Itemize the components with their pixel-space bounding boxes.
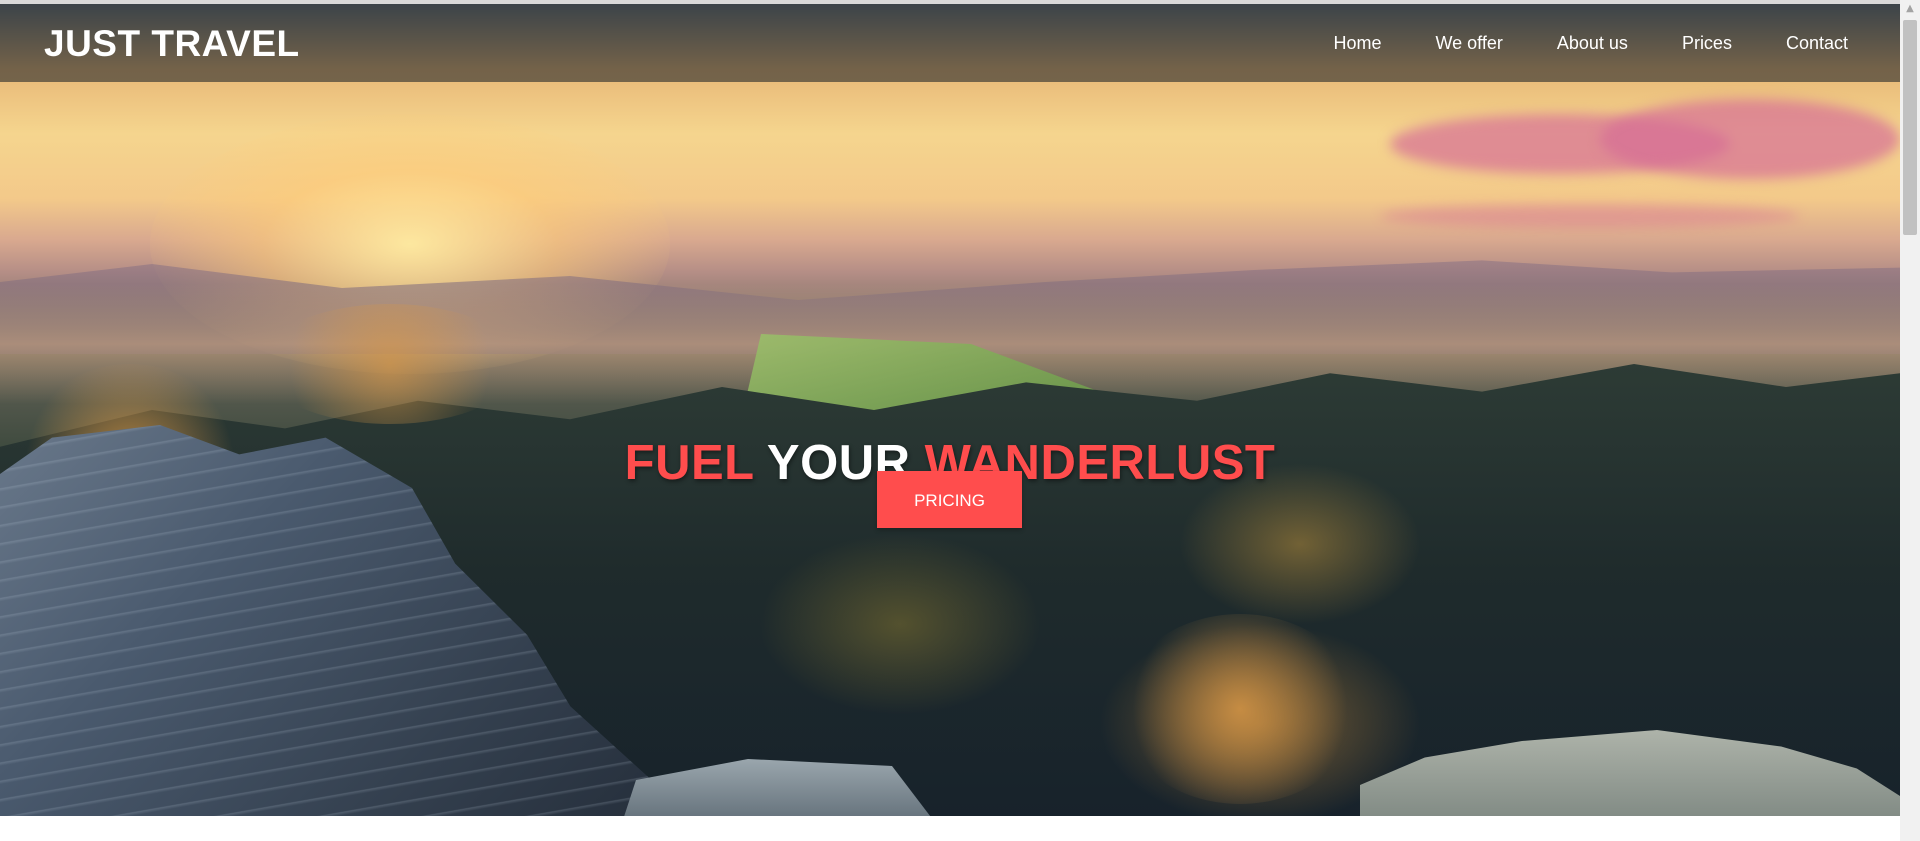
hero-title-word-fuel: FUEL <box>624 435 754 490</box>
scrollbar-thumb[interactable] <box>1903 20 1917 235</box>
hero-section <box>0 4 1900 816</box>
nav-link-we-offer[interactable]: We offer <box>1436 32 1503 54</box>
hero-background-autumn-tree <box>260 304 520 424</box>
pricing-button[interactable]: PRICING <box>877 471 1022 528</box>
triangle-up-icon[interactable]: ▲ <box>1900 0 1920 18</box>
nav-link-prices[interactable]: Prices <box>1682 32 1732 54</box>
main-nav: Home We offer About us Prices Contact <box>1333 32 1848 54</box>
hero-background-autumn-tree <box>1120 614 1360 804</box>
hero-background-cloud <box>1600 99 1900 179</box>
hero-background-cloud <box>1380 204 1800 228</box>
brand-logo-text[interactable]: JUST TRAVEL <box>44 22 300 66</box>
nav-link-about-us[interactable]: About us <box>1557 32 1628 54</box>
vertical-scrollbar[interactable]: ▲ <box>1900 0 1920 841</box>
top-navbar: JUST TRAVEL Home We offer About us Price… <box>0 4 1900 82</box>
page-viewport: JUST TRAVEL Home We offer About us Price… <box>0 0 1900 841</box>
nav-link-home[interactable]: Home <box>1333 32 1381 54</box>
nav-link-contact[interactable]: Contact <box>1786 32 1848 54</box>
